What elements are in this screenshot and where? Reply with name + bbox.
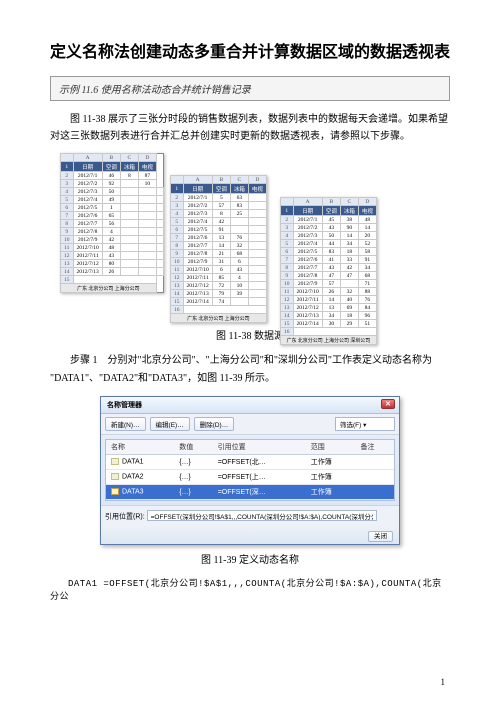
ref-input[interactable] — [147, 510, 377, 521]
sheet-c: ABCD1日期空调冰箱电视22012/7/145384832012/7/2439… — [280, 197, 377, 345]
delete-button[interactable]: 删除(D)… — [194, 417, 235, 431]
figure-11-38: ABCD1日期空调冰箱电视22012/7/14688732012/7/29210… — [60, 153, 440, 321]
figure-caption-1: 图 11-38 数据源 — [50, 327, 450, 342]
intro-paragraph: 图 11-38 展示了三张分时段的销售数据列表，数据列表中的数据每天会递增。如果… — [50, 111, 450, 145]
step-1-line-a: 步骤 1 分别对"北京分公司"、"上海分公司"和"深圳分公司"工作表定义动态名称… — [50, 352, 432, 370]
filter-button[interactable]: 筛选(F) ▾ — [335, 417, 395, 431]
sheet-a: ABCD1日期空调冰箱电视22012/7/14688732012/7/29210… — [60, 153, 164, 293]
name-manager-dialog: 名称管理器 ✕ 新建(N)… 编辑(E)… 删除(D)… 筛选(F) ▾ 名称数… — [100, 396, 400, 545]
page-title: 定义名称法创建动态多重合并计算数据区域的数据透视表 — [50, 38, 450, 62]
sheet-b: ABCD1日期空调冰箱电视22012/7/156332012/7/2578342… — [170, 175, 267, 323]
ref-label: 引用位置(R): — [105, 514, 145, 521]
step-1-text: 步骤 1 分别对"北京分公司"、"上海分公司"和"深圳分公司"工作表定义动态名称… — [50, 352, 450, 388]
names-table: 名称数值引用位置范围备注DATA1{…}=OFFSET(北…工作簿DATA2{…… — [106, 440, 394, 500]
dialog-title-text: 名称管理器 — [107, 402, 142, 409]
new-button[interactable]: 新建(N)… — [105, 417, 146, 431]
dialog-titlebar: 名称管理器 ✕ — [101, 397, 399, 414]
figure-caption-2: 图 11-39 定义动态名称 — [50, 551, 450, 566]
page-number: 1 — [441, 677, 446, 687]
formula-line: DATA1 =OFFSET(北京分公司!$A$1,,,COUNTA(北京分公司!… — [50, 576, 450, 602]
close-icon[interactable]: ✕ — [381, 399, 395, 409]
close-button[interactable]: 关闭 — [368, 531, 393, 542]
edit-button[interactable]: 编辑(E)… — [150, 417, 190, 431]
example-banner: 示例 11.6 使用名称法动态合并统计销售记录 — [50, 76, 450, 101]
step-1-line-b: "DATA1"、"DATA2"和"DATA3"，如图 11-39 所示。 — [50, 373, 275, 384]
